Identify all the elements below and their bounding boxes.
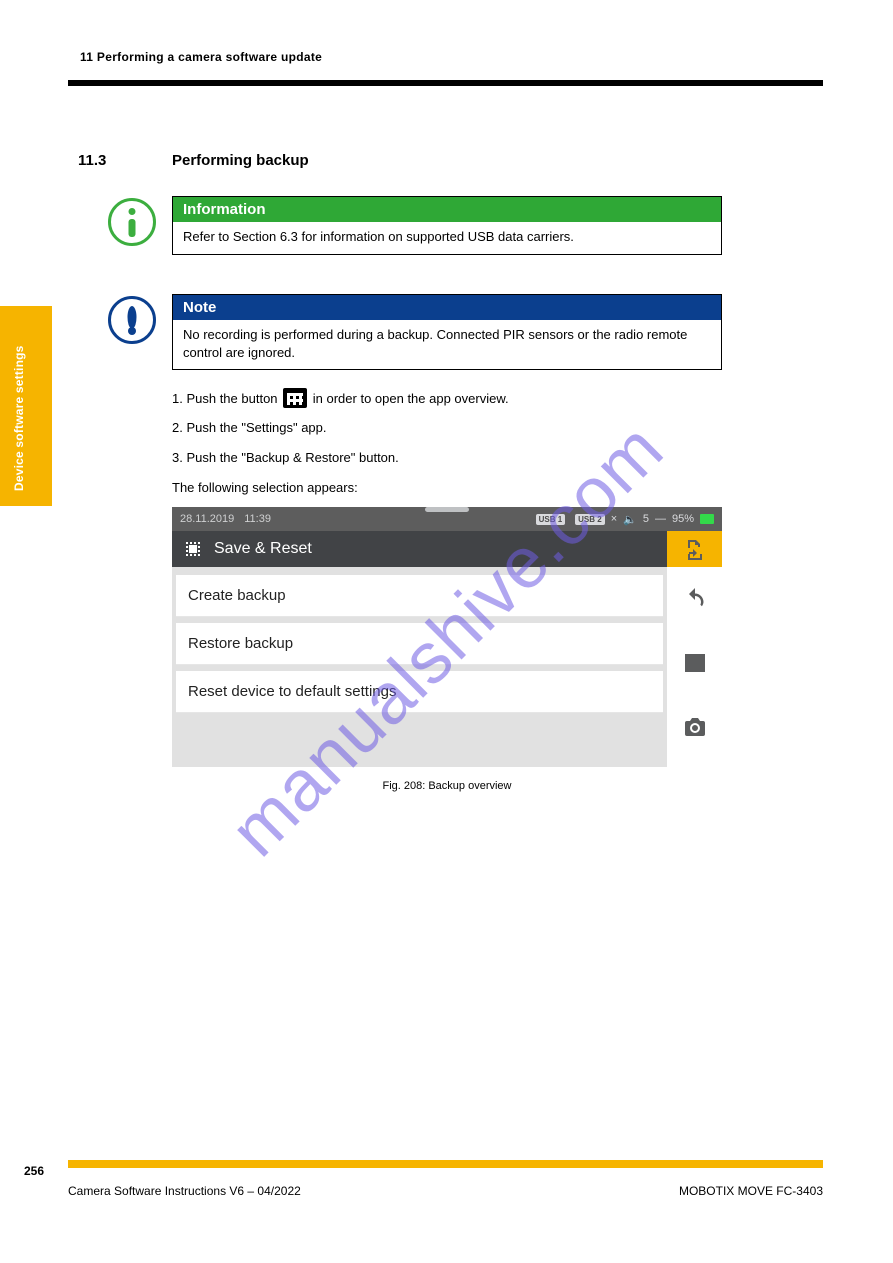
status-time: 11:39 <box>244 513 271 525</box>
battery-pct: 95% <box>672 513 694 525</box>
row-restore-backup[interactable]: Restore backup <box>176 623 663 665</box>
settings-list: Create backup Restore backup Reset devic… <box>172 567 667 713</box>
back-button[interactable] <box>667 567 722 631</box>
step-4: The following selection appears: <box>172 478 722 498</box>
row-reset-device[interactable]: Reset device to default settings <box>176 671 663 713</box>
info-callout-body: Refer to Section 6.3 for information on … <box>173 222 721 254</box>
note-callout-body: No recording is performed during a backu… <box>173 320 721 369</box>
screen-sidebar <box>667 531 722 767</box>
step-2: 2. Push the "Settings" app. <box>172 418 722 438</box>
info-callout: Information Refer to Section 6.3 for inf… <box>172 196 722 255</box>
section-title: Performing backup <box>172 152 309 169</box>
info-callout-head: Information <box>173 197 721 222</box>
status-x: × <box>611 513 617 525</box>
step-1: 1. Push the button in order to open the … <box>172 388 722 409</box>
grid-icon <box>283 388 307 408</box>
cpu-icon <box>182 538 204 560</box>
footer-right: MOBOTIX MOVE FC-3403 <box>679 1184 823 1198</box>
page-header: 11 Performing a camera software update <box>80 50 322 64</box>
chapter-tab: Device software settings <box>0 306 52 506</box>
embedded-screenshot: 28.11.2019 11:39 USB 1 USB 2 × 🔈5 — 95% … <box>172 507 722 767</box>
export-button[interactable] <box>667 531 722 567</box>
info-icon <box>108 198 156 246</box>
screen-title: Save & Reset <box>214 540 519 558</box>
usb2-badge: USB 2 <box>575 514 605 525</box>
drag-handle-icon <box>425 507 469 512</box>
note-icon <box>108 296 156 344</box>
status-vol: 5 <box>643 513 649 525</box>
grid-button[interactable] <box>667 631 722 695</box>
chapter-tab-label: Device software settings <box>12 345 26 491</box>
row-create-backup[interactable]: Create backup <box>176 575 663 617</box>
page-number: 256 <box>24 1164 44 1178</box>
header-rule <box>68 80 823 86</box>
status-icons: USB 1 USB 2 × 🔈5 — 95% <box>532 513 714 526</box>
section-number: 11.3 <box>78 152 106 169</box>
step-3: 3. Push the "Backup & Restore" button. <box>172 448 722 468</box>
screen-header: Save & Reset <box>172 531 722 567</box>
usb1-badge: USB 1 <box>536 514 566 525</box>
note-callout-head: Note <box>173 295 721 320</box>
figure-caption: Fig. 208: Backup overview <box>172 780 722 792</box>
camera-button[interactable] <box>667 695 722 759</box>
note-callout: Note No recording is performed during a … <box>172 294 722 370</box>
status-date: 28.11.2019 <box>180 513 234 525</box>
footer-bar <box>68 1160 823 1168</box>
step-1-post: in order to open the app overview. <box>313 391 509 406</box>
footer-left: Camera Software Instructions V6 – 04/202… <box>68 1184 301 1198</box>
battery-icon <box>700 514 714 524</box>
step-1-pre: 1. Push the button <box>172 391 281 406</box>
status-bar: 28.11.2019 11:39 USB 1 USB 2 × 🔈5 — 95% <box>172 507 722 531</box>
